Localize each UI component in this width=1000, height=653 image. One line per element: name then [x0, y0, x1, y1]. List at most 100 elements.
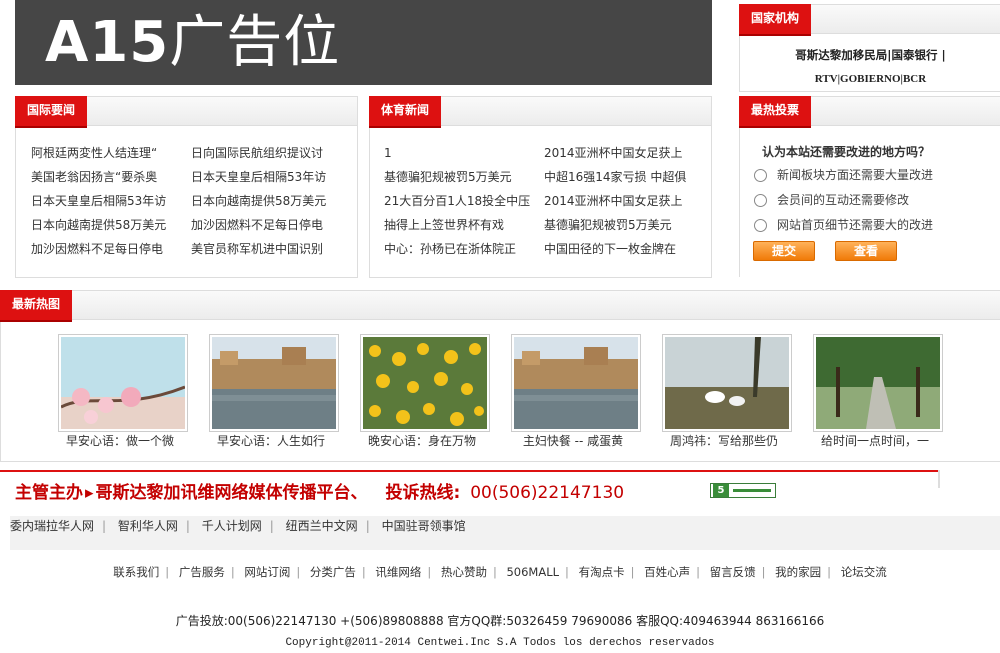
sports-news-tab[interactable]: 体育新闻	[369, 96, 442, 128]
news-link[interactable]: 美官员称军机进中国识别	[191, 237, 341, 261]
news-link[interactable]: 日本天皇皇后相隔53年访	[31, 189, 181, 213]
news-link[interactable]: 中国田径的下一枚金牌在	[544, 237, 694, 261]
poll-tab[interactable]: 最热投票	[739, 96, 812, 128]
news-link[interactable]: 日本向越南提供58万美元	[191, 189, 341, 213]
ad-banner-text: A15广告位	[45, 10, 341, 75]
news-link[interactable]: 中超16强14家亏损 中超俱	[544, 165, 694, 189]
photo-caption[interactable]: 周鸿祎：写给那些仍	[654, 432, 794, 449]
photo-thumb[interactable]	[511, 334, 641, 432]
photo-thumb[interactable]	[662, 334, 792, 432]
news-link[interactable]: 2014亚洲杯中国女足获上	[544, 189, 694, 213]
friend-link[interactable]: 智利华人网	[118, 519, 178, 533]
canal-town-image	[514, 337, 638, 429]
hotline-label: 投诉热线:	[385, 483, 461, 503]
news-link[interactable]: 2014亚洲杯中国女足获上	[544, 141, 694, 165]
intl-news-tab[interactable]: 国际要闻	[15, 96, 88, 128]
friend-link[interactable]: 中国驻哥领事馆	[382, 519, 466, 533]
footer-link[interactable]: 留言反馈	[710, 565, 756, 579]
blossom-image	[61, 337, 185, 429]
news-link[interactable]: 中心：孙杨已在浙体院正	[384, 237, 534, 261]
news-link[interactable]: 日向国际民航组织提议讨	[191, 141, 341, 165]
poll-option-label: 新闻板块方面还需要大量改进	[777, 168, 934, 182]
news-link[interactable]: 21大百分百1人18投全中压	[384, 189, 534, 213]
radio-icon[interactable]	[754, 219, 767, 232]
footer-link[interactable]: 联系我们	[113, 565, 159, 579]
poll-option-label: 会员间的互动还需要修改	[777, 193, 910, 207]
photo-thumb[interactable]	[360, 334, 490, 432]
divider	[938, 470, 940, 488]
photo-thumb[interactable]	[813, 334, 943, 432]
footer-link[interactable]: 分类广告	[310, 565, 356, 579]
gov-tab[interactable]: 国家机构	[739, 4, 812, 36]
news-link[interactable]: 日本天皇皇后相隔53年访	[191, 165, 341, 189]
footer-link[interactable]: 讯维网络	[375, 565, 421, 579]
flowers-image	[363, 337, 487, 429]
footer-link[interactable]: 广告服务	[179, 565, 225, 579]
supervisor-prefix: 主管主办	[15, 483, 83, 503]
hotline-number: 00(506)22147130	[470, 483, 625, 503]
supervisor-line: 主管主办 ▸ 哥斯达黎加讯维网络媒体传播平台、 投诉热线: 00(506)22147…	[15, 478, 624, 503]
intl-news-col-right: 日向国际民航组织提议讨 日本天皇皇后相隔53年访 日本向越南提供58万美元 加沙…	[191, 141, 341, 261]
stats-bar	[733, 489, 771, 492]
footer-link[interactable]: 我的家园	[775, 565, 821, 579]
friend-link[interactable]: 千人计划网	[202, 519, 262, 533]
footer-link[interactable]: 网站订阅	[244, 565, 290, 579]
sports-news-panel: 体育新闻 1 基德骗犯规被罚5万美元 21大百分百1人18投全中压 抽得上上签世…	[369, 96, 712, 278]
footer-link[interactable]: 热心赞助	[441, 565, 487, 579]
divider	[0, 470, 940, 472]
news-link[interactable]: 阿根廷两変性人结连理“	[31, 141, 181, 165]
friend-link[interactable]: 委内瑞拉华人网	[10, 519, 94, 533]
poll-option[interactable]: 会员间的互动还需要修改	[754, 188, 933, 213]
friend-link[interactable]: 纽西兰中文网	[286, 519, 358, 533]
intl-news-panel: 国际要闻 阿根廷两変性人结连理“ 美国老翁因扬言“要杀奥 日本天皇皇后相隔53年…	[15, 96, 358, 278]
gov-links-line2[interactable]: RTV|GOBIERNO|BCR	[740, 67, 1000, 91]
canal-town-image	[212, 337, 336, 429]
contact-info: 广告投放:00(506)22147130 +(506)89808888 官方QQ…	[175, 614, 825, 628]
stats-badge-label: 5	[713, 484, 729, 497]
photo-caption[interactable]: 早安心语：做一个微	[50, 432, 190, 449]
poll-option-label: 网站首页细节还需要大的改进	[777, 218, 934, 232]
news-link[interactable]: 日本向越南提供58万美元	[31, 213, 181, 237]
news-link[interactable]: 1	[384, 141, 534, 165]
stats-badge[interactable]: 5	[710, 483, 776, 498]
footer-link[interactable]: 百姓心声	[644, 565, 690, 579]
news-link[interactable]: 加沙因燃料不足每日停电	[31, 237, 181, 261]
photo-caption[interactable]: 主妇快餐 -- 咸蛋黄	[503, 432, 643, 449]
footer-link[interactable]: 有淘点卡	[579, 565, 625, 579]
poll-question: 认为本站还需要改进的地方吗？	[762, 145, 931, 159]
photo-caption[interactable]: 给时间一点时间，一	[805, 432, 945, 449]
gov-links: 哥斯达黎加移民局|国泰银行 | RTV|GOBIERNO|BCR	[740, 43, 1000, 91]
news-link[interactable]: 基德骗犯规被罚5万美元	[384, 165, 534, 189]
poll-option[interactable]: 新闻板块方面还需要大量改进	[754, 163, 933, 188]
gov-links-line1[interactable]: 哥斯达黎加移民局|国泰银行 |	[740, 43, 1000, 67]
sports-news-col-left: 1 基德骗犯规被罚5万美元 21大百分百1人18投全中压 抽得上上签世界杯有戏 …	[384, 141, 534, 261]
panel-header-bar	[1, 291, 1000, 320]
poll-option[interactable]: 网站首页细节还需要大的改进	[754, 213, 933, 238]
gov-panel: 国家机构 哥斯达黎加移民局|国泰银行 | RTV|GOBIERNO|BCR	[739, 4, 1000, 92]
poll-view-button[interactable]: 查看	[835, 241, 897, 261]
poll-options: 新闻板块方面还需要大量改进 会员间的互动还需要修改 网站首页细节还需要大的改进	[754, 163, 933, 238]
news-link[interactable]: 加沙因燃料不足每日停电	[191, 213, 341, 237]
photo-thumb[interactable]	[58, 334, 188, 432]
photo-thumb[interactable]	[209, 334, 339, 432]
footer-link[interactable]: 506MALL	[506, 565, 559, 579]
ad-banner[interactable]: A15广告位	[15, 0, 712, 85]
news-link[interactable]: 抽得上上签世界杯有戏	[384, 213, 534, 237]
sports-news-col-right: 2014亚洲杯中国女足获上 中超16强14家亏损 中超俱 2014亚洲杯中国女足…	[544, 141, 694, 261]
footer-nav: 联系我们 | 广告服务 | 网站订阅 | 分类广告 | 讯维网络 | 热心赞助 | 506M…	[113, 565, 887, 579]
radio-icon[interactable]	[754, 194, 767, 207]
friend-links: 委内瑞拉华人网 | 智利华人网 | 千人计划网 | 纽西兰中文网 | 中国驻哥领事馆	[10, 519, 466, 533]
photo-caption[interactable]: 早安心语：人生如行	[201, 432, 341, 449]
news-link[interactable]: 美国老翁因扬言“要杀奥	[31, 165, 181, 189]
supervisor-name: 哥斯达黎加讯维网络媒体传播平台、	[95, 483, 368, 503]
footer-link[interactable]: 论坛交流	[841, 565, 887, 579]
friend-links-bar: 委内瑞拉华人网 | 智利华人网 | 千人计划网 | 纽西兰中文网 | 中国驻哥领事馆	[10, 516, 1000, 550]
news-link[interactable]: 基德骗犯规被罚5万美元	[544, 213, 694, 237]
radio-icon[interactable]	[754, 169, 767, 182]
poll-submit-button[interactable]: 提交	[753, 241, 815, 261]
photos-tab[interactable]: 最新热图	[0, 290, 73, 322]
intl-news-col-left: 阿根廷两変性人结连理“ 美国老翁因扬言“要杀奥 日本天皇皇后相隔53年访 日本向…	[31, 141, 181, 261]
copyright: Copyright@2011-2014 Centwei.Inc S.A Todo…	[285, 637, 715, 649]
arrow-icon: ▸	[85, 483, 94, 503]
photo-caption[interactable]: 晚安心语：身在万物	[352, 432, 492, 449]
